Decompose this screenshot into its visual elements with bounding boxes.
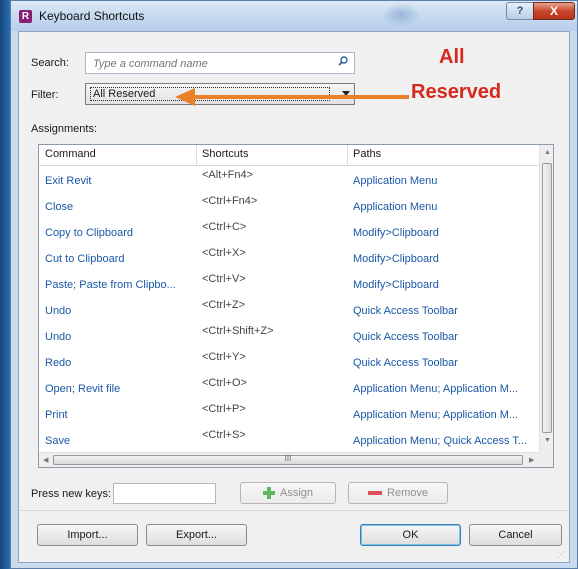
command-cell: Redo [45,357,72,369]
new-keys-input[interactable] [113,483,216,504]
annotation-text-reserved: Reserved [411,81,502,103]
ok-button[interactable]: OK [360,524,461,546]
path-cell: Quick Access Toolbar [353,331,458,343]
shortcut-cell: <Ctrl+Shift+Z> [202,325,274,337]
column-header-paths[interactable]: Paths [353,148,381,160]
table-row[interactable]: Undo <Ctrl+Z> Quick Access Toolbar [39,295,539,321]
search-input[interactable] [91,54,325,74]
help-button[interactable]: ? [506,2,534,20]
table-row[interactable]: Open; Revit file <Ctrl+O> Application Me… [39,373,539,399]
path-cell: Modify>Clipboard [353,227,439,239]
column-divider[interactable] [347,145,348,165]
assignments-table: Command Shortcuts Paths Exit Revit <Alt+… [38,144,554,468]
command-cell: Undo [45,331,72,343]
scroll-corner [539,452,553,467]
path-cell: Modify>Clipboard [353,253,439,265]
table-row[interactable]: Paste; Paste from Clipbo... <Ctrl+V> Mod… [39,269,539,295]
path-cell: Modify>Clipboard [353,279,439,291]
horizontal-scroll-thumb[interactable]: III [53,455,523,465]
desktop-background [0,0,10,569]
dialog-body: Search: Filter: All Reserved All Reserve… [18,31,570,563]
column-header-command[interactable]: Command [45,148,96,160]
vertical-scrollbar[interactable]: ▲ ▼ [539,145,553,452]
command-cell: Copy to Clipboard [45,227,134,239]
path-cell: Quick Access Toolbar [353,305,458,317]
shortcut-cell: <Ctrl+X> [202,247,246,259]
shortcut-cell: <Ctrl+Fn4> [202,195,258,207]
scroll-down-icon[interactable]: ▼ [544,437,551,444]
scroll-left-icon[interactable]: ◀ [43,456,48,464]
table-header: Command Shortcuts Paths [39,145,539,166]
path-cell: Application Menu; Application M... [353,383,519,395]
path-cell: Application Menu [353,201,438,213]
annotation-text-all: All [439,46,465,68]
window-title: Keyboard Shortcuts [39,9,145,23]
table-row[interactable]: Cut to Clipboard <Ctrl+X> Modify>Clipboa… [39,243,539,269]
remove-button[interactable]: Remove [348,482,448,504]
shortcut-cell: <Ctrl+P> [202,403,246,415]
assign-button[interactable]: Assign [240,482,336,504]
command-cell: Exit Revit [45,175,92,187]
table-row[interactable]: Exit Revit <Alt+Fn4> Application Menu [39,165,539,191]
path-cell: Application Menu; Application M... [353,409,519,421]
shortcut-cell: <Alt+Fn4> [202,169,254,181]
shortcut-cell: <Ctrl+O> [202,377,247,389]
table-row[interactable]: Undo <Ctrl+Shift+Z> Quick Access Toolbar [39,321,539,347]
command-cell: Undo [45,305,72,317]
horizontal-scrollbar[interactable]: ◀ III ▶ [39,452,539,467]
table-row[interactable]: Copy to Clipboard <Ctrl+C> Modify>Clipbo… [39,217,539,243]
table-row[interactable]: Close <Ctrl+Fn4> Application Menu [39,191,539,217]
shortcut-cell: <Ctrl+S> [202,429,246,441]
resize-grip-icon[interactable]: ⋰ [557,550,565,559]
export-button[interactable]: Export... [146,524,247,546]
minus-icon [368,491,383,496]
command-cell: Close [45,201,74,213]
annotation-arrow-icon [175,88,409,106]
shortcut-cell: <Ctrl+Y> [202,351,246,363]
titlebar-glow [381,3,421,27]
column-header-shortcuts[interactable]: Shortcuts [202,148,248,160]
keyboard-shortcuts-dialog: R Keyboard Shortcuts ? X Search: Filter:… [10,0,578,569]
search-label: Search: [31,57,69,69]
scroll-right-icon[interactable]: ▶ [529,456,534,464]
revit-app-icon: R [19,10,32,23]
path-cell: Application Menu [353,175,438,187]
column-divider[interactable] [196,145,197,165]
import-button[interactable]: Import... [37,524,138,546]
scroll-up-icon[interactable]: ▲ [544,149,551,156]
path-cell: Quick Access Toolbar [353,357,458,369]
assign-button-label: Assign [279,487,314,499]
title-bar[interactable]: R Keyboard Shortcuts ? X [11,1,577,31]
command-cell: Open; Revit file [45,383,121,395]
plus-icon [262,487,275,500]
cancel-button[interactable]: Cancel [469,524,562,546]
command-cell: Paste; Paste from Clipbo... [45,279,176,291]
search-field[interactable] [85,52,355,74]
assignments-label: Assignments: [31,123,98,135]
close-button[interactable]: X [533,2,575,20]
shortcut-cell: <Ctrl+C> [202,221,247,233]
table-row[interactable]: Redo <Ctrl+Y> Quick Access Toolbar [39,347,539,373]
shortcut-cell: <Ctrl+Z> [202,299,246,311]
press-new-keys-label: Press new keys: [31,488,112,500]
vertical-scroll-thumb[interactable] [542,163,552,433]
path-cell: Application Menu; Quick Access T... [353,435,528,447]
command-cell: Cut to Clipboard [45,253,125,265]
filter-label: Filter: [31,89,59,101]
table-row[interactable]: Print <Ctrl+P> Application Menu; Applica… [39,399,539,425]
command-cell: Save [45,435,71,447]
table-row[interactable]: Save <Ctrl+S> Application Menu; Quick Ac… [39,425,539,451]
remove-button-label: Remove [387,487,428,499]
search-icon[interactable] [338,56,348,66]
footer-divider [19,510,569,511]
command-cell: Print [45,409,68,421]
shortcut-cell: <Ctrl+V> [202,273,246,285]
